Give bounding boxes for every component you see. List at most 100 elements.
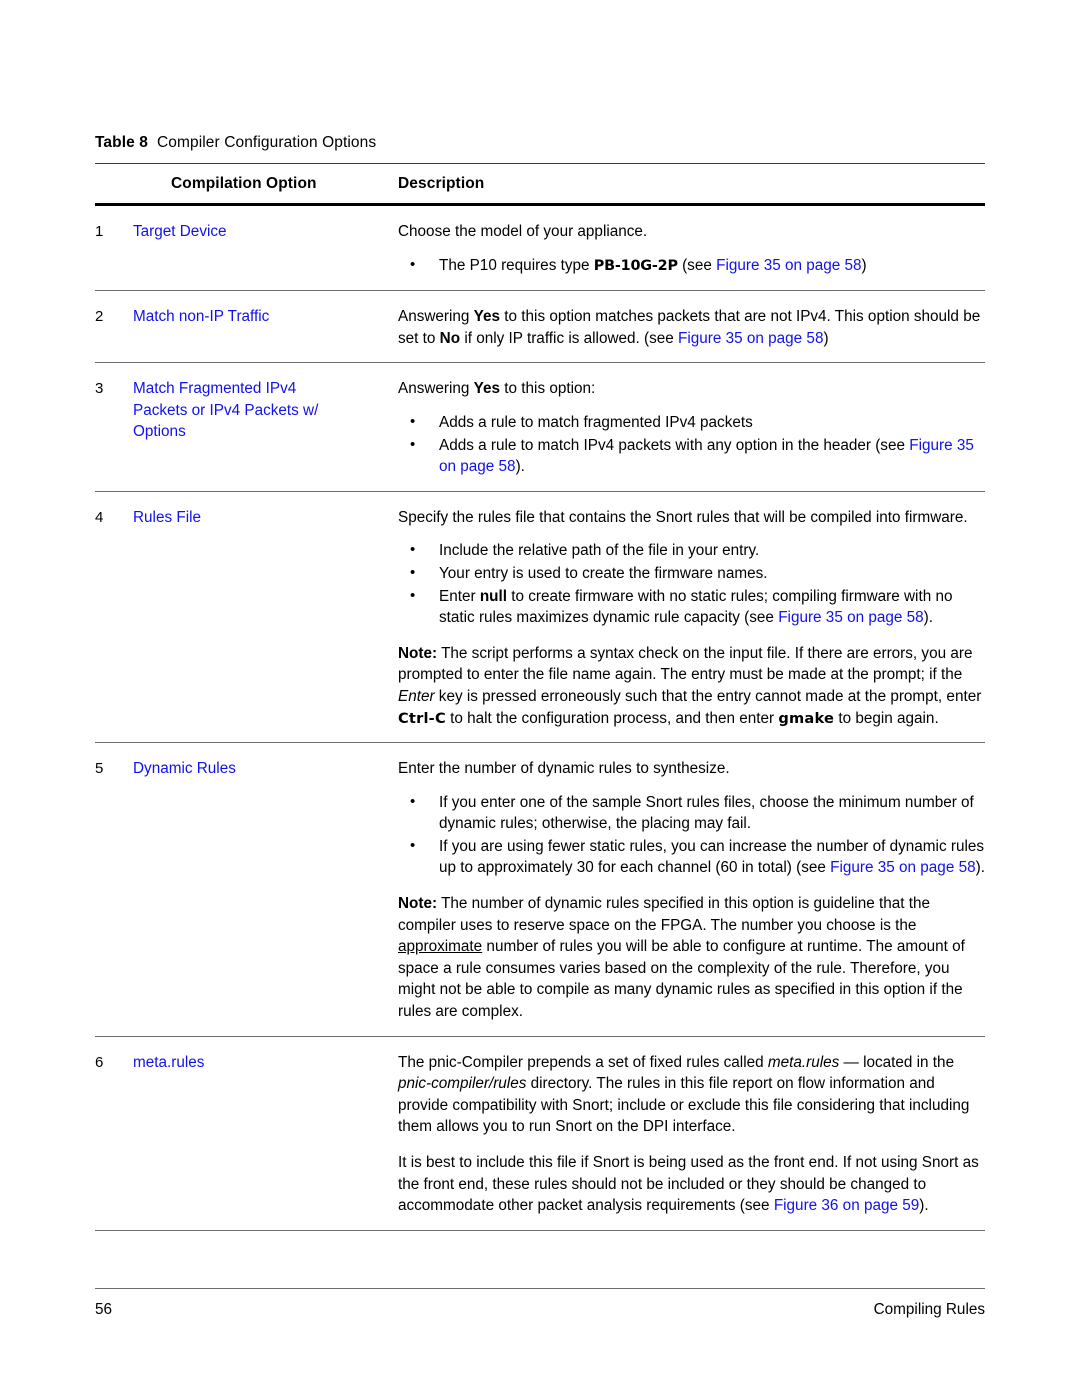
list-item: Enter null to create firmware with no st…: [408, 585, 985, 629]
bottom-rule-cell: [398, 1230, 985, 1231]
option-rules-file[interactable]: Rules File: [133, 490, 398, 743]
note-text: The number of dynamic rules specified in…: [398, 895, 930, 934]
bullet-text: Enter: [439, 587, 480, 605]
option-link-line-3[interactable]: Options: [133, 423, 186, 440]
row-number: 1: [95, 223, 104, 240]
bullet-text: ): [861, 256, 867, 274]
paragraph-text: — located in the: [839, 1053, 955, 1071]
table-caption-label: Table 8: [95, 134, 148, 151]
description-cell: Answering Yes to this option: Adds a rul…: [398, 362, 985, 492]
list-item: The P10 requires type PB-10G-2P (see Fig…: [408, 254, 985, 278]
description-cell: Choose the model of your appliance. The …: [398, 205, 985, 291]
option-match-fragmented-ipv4[interactable]: Match Fragmented IPv4 Packets or IPv4 Pa…: [133, 362, 398, 492]
bullet-text: ).: [923, 609, 933, 627]
table-caption: Table 8 Compiler Configuration Options: [95, 133, 376, 153]
figure-reference-link[interactable]: Figure 35 on page 58: [716, 257, 861, 274]
list-item: Adds a rule to match IPv4 packets with a…: [408, 434, 985, 478]
description-cell: Specify the rules file that contains the…: [398, 490, 985, 743]
paragraph-text: to this option:: [500, 380, 596, 398]
description-bullet-list: The P10 requires type PB-10G-2P (see Fig…: [398, 254, 985, 278]
paragraph-text: ).: [919, 1197, 929, 1215]
note-text: The script performs a syntax check on th…: [398, 644, 973, 684]
row-number: 5: [95, 742, 133, 1037]
table-row: 5 Dynamic Rules Enter the number of dyna…: [95, 742, 985, 1037]
bullet-text: (see: [677, 256, 717, 274]
option-target-device[interactable]: Target Device: [133, 205, 398, 291]
paragraph-text: Answering: [398, 308, 474, 326]
description-cell: Enter the number of dynamic rules to syn…: [398, 742, 985, 1037]
table-caption-text: Compiler Configuration Options: [156, 134, 377, 151]
key-ctrl-c: Ctrl-C: [398, 709, 446, 727]
header-compilation-option: Compilation Option: [133, 163, 398, 206]
row-number: 2: [95, 290, 133, 363]
figure-reference-link[interactable]: Figure 35 on page 58: [778, 609, 923, 626]
description-intro: Answering Yes to this option:: [398, 378, 985, 400]
row-number: 3: [95, 362, 133, 492]
option-link-label[interactable]: Target Device: [133, 223, 227, 240]
description-bullet-list: If you enter one of the sample Snort rul…: [398, 791, 985, 879]
option-link-label[interactable]: Rules File: [133, 509, 201, 526]
bullet-text: ).: [515, 458, 525, 476]
note-text: number of rules you will be able to conf…: [398, 938, 965, 1021]
description-note: Note: The script performs a syntax check…: [398, 643, 985, 729]
description-note: Note: The number of dynamic rules specif…: [398, 893, 985, 1023]
table-row: 6 meta.rules The pnic-Compiler prepends …: [95, 1035, 985, 1231]
paragraph-text: The pnic-Compiler prepends a set of fixe…: [398, 1053, 768, 1071]
bottom-rule-cell: [133, 1230, 398, 1231]
list-item: If you enter one of the sample Snort rul…: [408, 791, 985, 835]
table-row: 2 Match non-IP Traffic Answering Yes to …: [95, 290, 985, 363]
description-intro: Specify the rules file that contains the…: [398, 508, 968, 526]
description-intro: Choose the model of your appliance.: [398, 223, 648, 240]
emphasis-approximate: approximate: [398, 938, 483, 956]
paragraph-text: if only IP traffic is allowed. (see: [460, 329, 679, 347]
footer-section-title: Compiling Rules: [873, 1301, 985, 1318]
option-meta-rules[interactable]: meta.rules: [133, 1035, 398, 1231]
paragraph-text: ): [823, 329, 829, 347]
table-row: 4 Rules File Specify the rules file that…: [95, 490, 985, 743]
note-label: Note:: [398, 644, 438, 662]
option-link-label[interactable]: Dynamic Rules: [133, 760, 236, 777]
option-link-label[interactable]: meta.rules: [133, 1054, 204, 1071]
description-bullet-list: Adds a rule to match fragmented IPv4 pac…: [398, 411, 985, 478]
value-no: No: [439, 329, 461, 347]
key-enter: Enter: [398, 687, 435, 705]
description-paragraph: The pnic-Compiler prepends a set of fixe…: [398, 1052, 985, 1138]
command-gmake: gmake: [778, 709, 835, 727]
table-header-row: Compilation Option Description: [95, 163, 985, 206]
description-bullet-list: Include the relative path of the file in…: [398, 539, 985, 629]
note-text: to begin again.: [834, 709, 939, 727]
table-row: 1 Target Device Choose the model of your…: [95, 205, 985, 291]
header-spacer: [95, 163, 133, 206]
note-label: Note:: [398, 895, 438, 913]
option-match-non-ip-traffic[interactable]: Match non-IP Traffic: [133, 290, 398, 363]
value-yes: Yes: [473, 308, 501, 326]
option-link-label[interactable]: Match non-IP Traffic: [133, 308, 269, 325]
figure-reference-link[interactable]: Figure 35 on page 58: [830, 859, 975, 876]
description-paragraph: It is best to include this file if Snort…: [398, 1152, 985, 1217]
option-dynamic-rules[interactable]: Dynamic Rules: [133, 742, 398, 1037]
table-row: 3 Match Fragmented IPv4 Packets or IPv4 …: [95, 362, 985, 492]
value-yes: Yes: [473, 380, 501, 398]
option-link-line-2[interactable]: Packets or IPv4 Packets w/: [133, 402, 318, 419]
description-paragraph: Answering Yes to this option matches pac…: [398, 306, 985, 349]
bullet-text: The P10 requires type: [439, 256, 594, 274]
list-item: Include the relative path of the file in…: [408, 539, 985, 562]
compiler-configuration-options-table: Compilation Option Description 1 Target …: [95, 163, 985, 1231]
row-number: 4: [95, 490, 133, 743]
document-page: Table 8 Compiler Configuration Options Co…: [0, 0, 1080, 1397]
list-item: If you are using fewer static rules, you…: [408, 835, 985, 879]
figure-reference-link[interactable]: Figure 35 on page 58: [678, 330, 823, 347]
value-null: null: [479, 587, 508, 605]
directory-path: pnic-compiler/rules: [398, 1075, 527, 1093]
option-link-line-1[interactable]: Match Fragmented IPv4: [133, 380, 296, 397]
figure-reference-link[interactable]: Figure 36 on page 59: [774, 1197, 919, 1214]
file-name-meta-rules: meta.rules: [767, 1053, 840, 1071]
description-cell: Answering Yes to this option matches pac…: [398, 290, 985, 363]
table-bottom-rule: [95, 1230, 985, 1231]
description-intro: Enter the number of dynamic rules to syn…: [398, 760, 730, 778]
description-cell: The pnic-Compiler prepends a set of fixe…: [398, 1035, 985, 1231]
list-item: Adds a rule to match fragmented IPv4 pac…: [408, 411, 985, 434]
footer-page-number: 56: [95, 1301, 113, 1318]
footer-divider: [95, 1288, 985, 1289]
header-description: Description: [398, 163, 985, 206]
